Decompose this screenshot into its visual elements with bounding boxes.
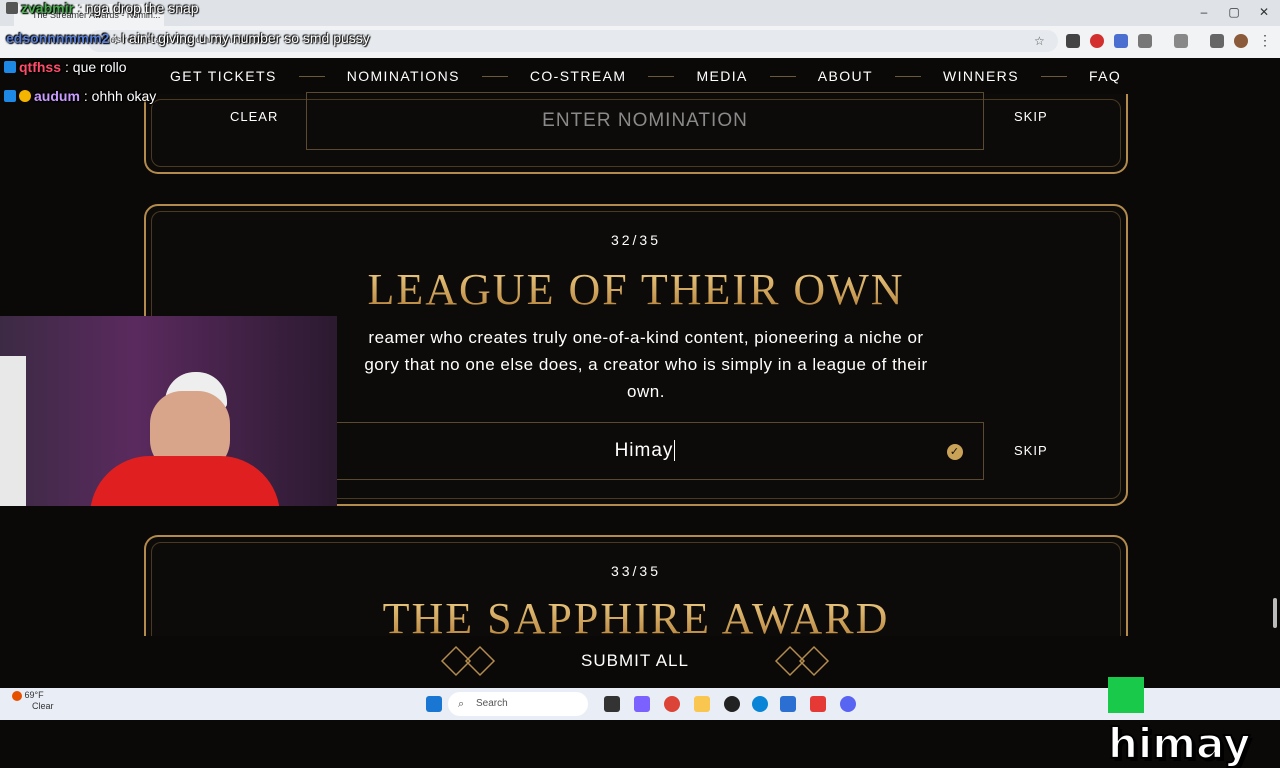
windows-start-icon[interactable] [426,696,442,712]
copilot-icon[interactable] [634,696,650,712]
skip-button[interactable]: SKIP [1014,443,1048,458]
streamer-logo: himay [1107,670,1280,768]
description-line: gory that no one else does, a creator wh… [364,355,928,374]
clear-button[interactable]: CLEAR [230,109,278,124]
chat-message: zvabmir: nga drop the snap [6,0,199,16]
obs-icon[interactable] [724,696,740,712]
weather-icon [12,690,22,701]
category-title: LEAGUE OF THEIR OWN [146,264,1126,315]
nav-nominations[interactable]: NOMINATIONS [347,68,460,84]
chat-message: edsonnnmmm2: I ain't giving u my number … [6,30,370,46]
nav-get-tickets[interactable]: GET TICKETS [170,68,277,84]
category-counter: 33/35 [610,563,662,579]
chat-badge-icon [4,61,16,73]
nav-divider [1040,75,1067,77]
nav-about[interactable]: ABOUT [818,68,873,84]
submit-bar: SUBMIT ALL [0,636,1270,688]
close-icon[interactable]: ✕ [1254,5,1274,19]
page-scrollbar[interactable] [1270,58,1280,688]
edge-icon[interactable] [752,696,768,712]
check-icon: ✓ [947,444,963,460]
webcam-overlay [0,316,337,506]
diamond-ornament-icon [774,645,830,677]
youtube-icon[interactable] [810,696,826,712]
nav-divider [298,75,325,77]
taskbar-search[interactable]: ⌕ Search [448,692,588,716]
chat-badge-icon [19,90,31,102]
bookmark-star-icon[interactable]: ☆ [1034,34,1045,48]
downloads-icon[interactable] [1210,34,1224,48]
diamond-ornament-icon [440,645,496,677]
task-view-icon[interactable] [604,696,620,712]
webcam-shirt [90,456,280,506]
submit-all-button[interactable]: SUBMIT ALL [502,646,768,676]
maximize-icon[interactable]: ▢ [1224,5,1244,19]
extensions-puzzle-icon[interactable] [1138,34,1152,48]
nomination-input[interactable]: Himay ✓ [306,422,984,480]
chat-badge-icon [4,90,16,102]
opera-extension-icon[interactable] [1090,34,1104,48]
chrome-icon[interactable] [664,696,680,712]
site-nav: GET TICKETS NOMINATIONS CO-STREAM MEDIA … [0,58,1270,94]
nomination-input-value: Himay [614,440,674,461]
nav-winners[interactable]: WINNERS [943,68,1019,84]
chat-message: qtfhss: que rollo [4,59,126,75]
webcam-background [0,356,26,506]
kick-logo-icon [1108,677,1144,713]
skip-button[interactable]: SKIP [1014,109,1048,124]
nomination-input-previous[interactable]: ENTER NOMINATION [306,92,984,150]
description-line: reamer who creates truly one-of-a-kind c… [368,328,924,347]
nav-co-stream[interactable]: CO-STREAM [530,68,627,84]
extension-icon[interactable] [1114,34,1128,48]
search-icon: ⌕ [458,698,465,710]
scrollbar-thumb[interactable] [1273,598,1277,628]
nav-divider [481,75,508,77]
category-counter: 32/35 [610,232,662,248]
store-icon[interactable] [780,696,796,712]
discord-icon[interactable] [840,696,856,712]
nomination-card-previous: CLEAR ENTER NOMINATION SKIP [144,92,1128,174]
minimize-icon[interactable]: – [1194,5,1214,19]
sidebar-icon[interactable] [1174,34,1188,48]
chat-badge-icon [6,2,18,14]
profile-avatar[interactable] [1234,34,1248,48]
chat-message: audum: ohhh okay [4,88,156,104]
description-line: own. [627,382,665,401]
extension-icon[interactable] [1066,34,1080,48]
nav-divider [769,75,796,77]
nav-faq[interactable]: FAQ [1089,68,1121,84]
nav-divider [648,75,675,77]
file-explorer-icon[interactable] [694,696,710,712]
windows-taskbar: 69°F Clear ⌕ Search [0,688,1280,720]
nav-media[interactable]: MEDIA [696,68,747,84]
category-description: reamer who creates truly one-of-a-kind c… [316,324,976,405]
nav-divider [895,75,922,77]
text-cursor [674,440,676,461]
menu-kebab-icon[interactable]: ⋮ [1258,32,1272,49]
weather-widget[interactable]: 69°F Clear [12,690,54,712]
